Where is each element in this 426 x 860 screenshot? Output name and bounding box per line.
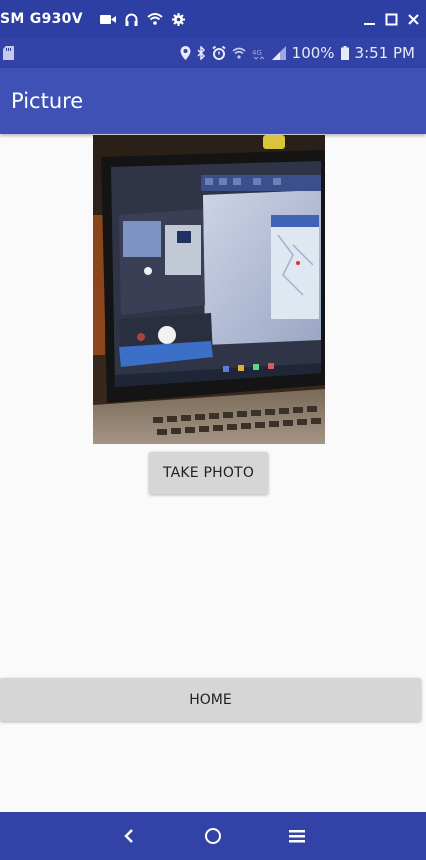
photo-image: DELL — [93, 135, 325, 444]
home-button[interactable]: HOME — [0, 678, 421, 721]
alarm-icon — [212, 46, 226, 60]
device-name: SM G930V — [0, 11, 83, 27]
status-clock: 3:51 PM — [354, 44, 415, 62]
home-circle-icon — [205, 828, 221, 844]
menu-nav-button[interactable] — [277, 816, 317, 856]
signal-icon — [271, 46, 286, 60]
location-icon — [180, 46, 191, 60]
settings-icon[interactable] — [171, 12, 185, 26]
lte-icon: 4G — [252, 49, 265, 60]
battery-percentage: 100% — [291, 44, 335, 62]
back-icon — [124, 829, 133, 843]
maximize-icon[interactable] — [385, 13, 398, 26]
menu-icon — [289, 830, 305, 843]
close-icon[interactable] — [407, 13, 420, 26]
sd-card-icon — [3, 46, 14, 60]
take-photo-button[interactable]: TAKE PHOTO — [149, 452, 268, 494]
status-bar: 4G 100% 3:51 PM — [0, 38, 426, 68]
bluetooth-icon — [197, 46, 205, 60]
back-button[interactable] — [109, 816, 149, 856]
wifi-icon — [147, 13, 163, 25]
minimize-icon[interactable] — [363, 13, 376, 26]
home-nav-button[interactable] — [193, 816, 233, 856]
app-bar: Picture — [0, 68, 426, 134]
page-title: Picture — [11, 89, 84, 113]
svg-text:4G: 4G — [252, 49, 262, 57]
navigation-bar — [0, 812, 426, 860]
wifi-calling-icon — [232, 47, 246, 59]
video-camera-icon — [99, 14, 116, 24]
battery-icon — [340, 46, 349, 60]
headphones-icon — [125, 13, 138, 26]
window-caption-bar: SM G930V — [0, 0, 426, 38]
captured-photo: DELL — [93, 135, 325, 444]
